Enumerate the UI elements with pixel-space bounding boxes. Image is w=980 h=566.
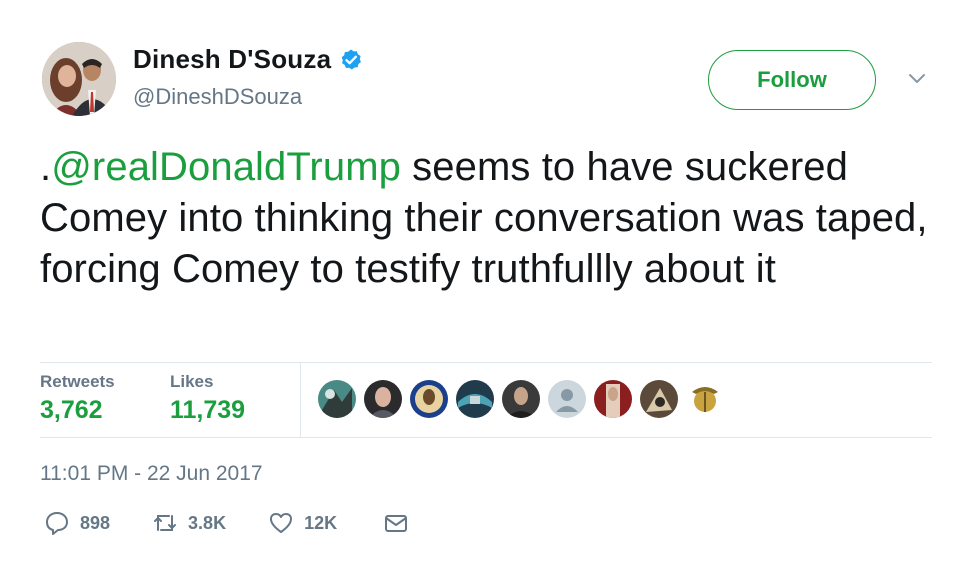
divider-top <box>40 362 932 363</box>
author-name-row[interactable]: Dinesh D'Souza <box>133 44 363 75</box>
liker-avatar[interactable] <box>456 380 494 418</box>
liker-avatar[interactable] <box>410 380 448 418</box>
author-handle[interactable]: @DineshDSouza <box>133 84 302 110</box>
chevron-down-icon[interactable] <box>904 68 930 90</box>
direct-message-button[interactable] <box>383 510 409 536</box>
retweet-button[interactable]: 3.8K <box>152 510 226 536</box>
heart-icon <box>270 513 293 533</box>
retweets-stat[interactable]: Retweets 3,762 <box>40 372 115 425</box>
likes-stat[interactable]: Likes 11,739 <box>170 372 245 425</box>
liker-avatar[interactable] <box>364 380 402 418</box>
reply-count: 898 <box>80 512 111 533</box>
retweet-icon <box>154 515 177 531</box>
follow-button[interactable]: Follow <box>708 50 876 110</box>
liker-avatar[interactable] <box>640 380 678 418</box>
envelope-icon <box>385 515 408 532</box>
tweet-prefix: . <box>40 145 52 189</box>
liker-avatar[interactable] <box>318 380 356 418</box>
reply-button[interactable]: 898 <box>44 510 110 536</box>
like-count: 12K <box>304 512 338 533</box>
reply-icon <box>46 512 68 535</box>
liker-avatar-default[interactable] <box>548 380 586 418</box>
stats-separator <box>300 362 301 437</box>
retweets-count: 3,762 <box>40 396 103 424</box>
retweets-label: Retweets <box>40 372 115 391</box>
like-button[interactable]: 12K <box>268 510 337 536</box>
tweet-timestamp[interactable]: 11:01 PM - 22 Jun 2017 <box>40 462 263 486</box>
retweet-count: 3.8K <box>188 512 227 533</box>
author-avatar[interactable] <box>42 42 116 116</box>
liker-avatar[interactable] <box>594 380 632 418</box>
mention-link[interactable]: @realDonaldTrump <box>51 145 401 189</box>
liker-avatars <box>318 380 724 418</box>
author-display-name[interactable]: Dinesh D'Souza <box>133 44 331 75</box>
tweet-text: .@realDonaldTrump seems to have suckered… <box>40 142 940 295</box>
likes-label: Likes <box>170 372 214 391</box>
action-bar: 898 3.8K 12K <box>44 510 409 536</box>
liker-avatar-emblem[interactable] <box>686 380 724 418</box>
verified-badge-icon <box>341 49 362 69</box>
divider-bottom <box>40 437 932 438</box>
liker-avatar[interactable] <box>502 380 540 418</box>
likes-count: 11,739 <box>170 396 246 424</box>
